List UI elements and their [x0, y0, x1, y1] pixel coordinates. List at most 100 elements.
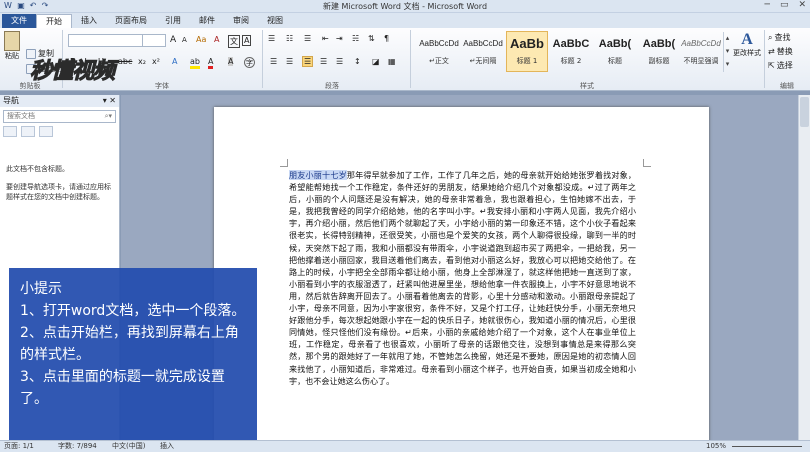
- style-title[interactable]: AaBb(标题: [594, 31, 636, 72]
- style-heading-1[interactable]: AaBb 标题 1: [506, 31, 548, 72]
- window-title: 新建 Microsoft Word 文档 - Microsoft Word: [322, 2, 488, 11]
- char-border-icon[interactable]: A: [242, 35, 252, 46]
- tab-home[interactable]: 开始: [36, 14, 72, 28]
- tab-references[interactable]: 引用: [156, 14, 190, 28]
- minimize-icon[interactable]: ─: [765, 0, 770, 10]
- multilevel-list-icon: ☰: [304, 34, 312, 43]
- distributed-button[interactable]: ☰: [336, 57, 343, 66]
- style-heading-2[interactable]: AaBbC 标题 2: [550, 31, 592, 72]
- insert-mode[interactable]: 插入: [160, 441, 174, 452]
- selected-text[interactable]: 朋友小丽十七岁: [289, 170, 347, 180]
- select-icon: ⇱: [768, 61, 775, 70]
- word-count[interactable]: 字数: 7/894: [58, 441, 97, 452]
- replace-label: 替换: [776, 47, 793, 56]
- bullets-button[interactable]: ☰: [268, 34, 275, 43]
- chinese-layout-icon: ☵: [352, 34, 360, 43]
- enclose-char-icon[interactable]: 字: [244, 57, 255, 68]
- zoom-level[interactable]: 105%: [706, 441, 726, 452]
- sort-button[interactable]: ⇅: [368, 34, 375, 43]
- style-subtitle[interactable]: AaBb(副标题: [638, 31, 680, 72]
- document-body[interactable]: 朋友小丽十七岁那年得早就参加了工作，工作了几年之后，她的母亲就开始给她张罗着找对…: [289, 169, 636, 387]
- ribbon: 粘贴 复制 格式刷 剪贴板 A A Aa A 文 A B I U abc x₂ …: [0, 28, 810, 91]
- align-center-button[interactable]: ☰: [286, 57, 293, 66]
- tab-review[interactable]: 审阅: [224, 14, 258, 28]
- ribbon-tabs: 文件 开始 插入 页面布局 引用 邮件 审阅 视图: [0, 13, 810, 28]
- numbering-button[interactable]: ☷: [286, 34, 293, 43]
- style-name: 不明显强调: [683, 57, 719, 65]
- increase-indent-button[interactable]: ⇥: [336, 34, 343, 43]
- select-button[interactable]: ⇱ 选择: [768, 60, 793, 71]
- paste-button[interactable]: 粘贴: [3, 31, 21, 69]
- subscript-button[interactable]: x₂: [138, 57, 146, 66]
- shrink-font-button[interactable]: A: [182, 36, 187, 44]
- show-marks-button[interactable]: ¶: [384, 34, 389, 43]
- find-button[interactable]: ⌕ 查找: [768, 32, 790, 43]
- decrease-indent-button[interactable]: ⇤: [322, 34, 329, 43]
- tab-file[interactable]: 文件: [2, 14, 36, 28]
- select-label: 选择: [776, 61, 793, 70]
- style-preview: AaBbC: [552, 38, 590, 50]
- tip-step-2: 2、点击开始栏，再找到屏幕右上角的样式栏。: [20, 325, 239, 363]
- align-left-button[interactable]: ☰: [270, 57, 277, 66]
- scroll-thumb[interactable]: [800, 97, 809, 127]
- highlight-button[interactable]: ab: [190, 57, 200, 69]
- text-effects-button[interactable]: A: [172, 57, 177, 66]
- grow-font-button[interactable]: A: [170, 35, 176, 45]
- style-normal[interactable]: AaBbCcDd ↵正文: [418, 31, 460, 72]
- styles-scroll[interactable]: ▴ ▾ ▾: [723, 32, 731, 72]
- align-center-icon: ☰: [286, 57, 294, 66]
- strikethrough-button[interactable]: abc: [118, 57, 132, 66]
- close-icon[interactable]: ✕: [798, 0, 806, 10]
- style-preview: AaBbCcDd: [419, 39, 459, 48]
- nav-message-1: 此文档不包含标题。: [6, 165, 69, 173]
- superscript-button[interactable]: x²: [152, 57, 160, 66]
- nav-tab-headings[interactable]: [3, 126, 17, 137]
- tab-insert[interactable]: 插入: [72, 14, 106, 28]
- window-controls: ─ ▭ ✕: [765, 0, 806, 10]
- change-styles-button[interactable]: A 更改样式: [733, 31, 761, 57]
- margin-mark: [643, 159, 651, 167]
- tab-page-layout[interactable]: 页面布局: [106, 14, 156, 28]
- nav-close-icon[interactable]: ▾ ✕: [103, 95, 119, 107]
- status-bar: 页面: 1/1 字数: 7/894 中文(中国) 插入 105%: [0, 440, 810, 452]
- page-count[interactable]: 页面: 1/1: [4, 441, 34, 452]
- replace-button[interactable]: ⇄ 替换: [768, 46, 793, 57]
- style-name: ↵无间隔: [469, 57, 497, 65]
- style-name: 标题 2: [560, 57, 582, 65]
- align-right-button[interactable]: ☰: [302, 56, 314, 67]
- multilevel-list-button[interactable]: ☰: [304, 34, 311, 43]
- numbering-icon: ☷: [286, 34, 294, 43]
- vertical-scrollbar[interactable]: [798, 95, 810, 440]
- tab-view[interactable]: 视图: [258, 14, 292, 28]
- nav-tab-results[interactable]: [39, 126, 53, 137]
- font-size-select[interactable]: [142, 34, 166, 47]
- group-separator: [764, 30, 765, 88]
- line-spacing-icon: ↕: [354, 57, 361, 66]
- change-case-button[interactable]: Aa: [196, 35, 206, 44]
- nav-tab-pages[interactable]: [21, 126, 35, 137]
- borders-button[interactable]: ▦: [388, 57, 396, 66]
- document-page[interactable]: 朋友小丽十七岁那年得早就参加了工作，工作了几年之后，她的母亲就开始给她张罗着找对…: [214, 107, 709, 440]
- char-shading-icon[interactable]: A: [228, 57, 234, 66]
- style-preview: AaBbCcDd: [463, 39, 503, 48]
- zoom-slider[interactable]: [732, 446, 802, 447]
- nav-message-2: 要创建导航选项卡，请通过应用标题样式在您的文档中创建标题。: [6, 183, 111, 201]
- tab-mailings[interactable]: 邮件: [190, 14, 224, 28]
- nav-search-input[interactable]: 搜索文档 ⌕▾: [3, 110, 116, 123]
- line-spacing-button[interactable]: ↕: [354, 57, 361, 66]
- chinese-layout-button[interactable]: ☵: [352, 34, 359, 43]
- maximize-icon[interactable]: ▭: [780, 0, 789, 10]
- sort-icon: ⇅: [368, 34, 375, 43]
- shading-button[interactable]: ◪: [372, 57, 380, 66]
- language[interactable]: 中文(中国): [112, 441, 145, 452]
- tip-step-1: 1、打开word文档，选中一个段落。: [20, 303, 246, 319]
- justify-button[interactable]: ☰: [320, 57, 327, 66]
- style-subtle-emphasis[interactable]: AaBbCcDd 不明显强调: [680, 31, 722, 72]
- phonetic-guide-icon[interactable]: 文: [228, 35, 240, 48]
- clear-format-icon[interactable]: A: [214, 35, 219, 44]
- style-no-spacing[interactable]: AaBbCcDd ↵无间隔: [462, 31, 504, 72]
- clipboard-icon: [4, 31, 20, 51]
- font-group-label: 字体: [155, 82, 169, 90]
- font-color-button[interactable]: A: [208, 57, 214, 69]
- search-icon[interactable]: ⌕▾: [105, 111, 112, 122]
